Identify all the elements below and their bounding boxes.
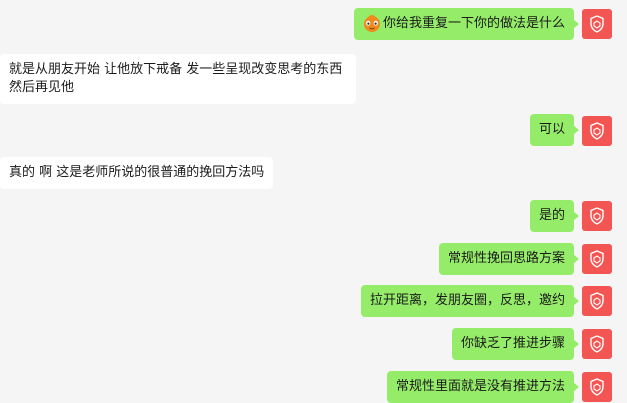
message-text: 你给我重复一下你的做法是什么 [382,16,565,31]
message-text: 是的 [538,208,565,223]
message-text: 可以 [538,122,565,137]
orange-smiley-face-icon [363,14,380,32]
avatar[interactable] [582,329,612,359]
received-message-bubble[interactable]: 真的 啊 这是老师所说的很普通的挽回方法吗 [0,157,274,189]
sent-message-bubble[interactable]: 拉开距离，发朋友圈，反思，邀约 [360,285,580,317]
sent-message-bubble[interactable]: 可以 [529,114,580,146]
avatar[interactable] [582,244,612,274]
message-text: 你缺乏了推进步骤 [460,336,565,351]
avatar[interactable] [582,9,612,39]
shield-badge-icon [590,122,604,140]
message-text: 真的 啊 这是老师所说的很普通的挽回方法吗 [9,165,265,180]
shield-badge-icon [590,250,604,268]
avatar[interactable] [582,116,612,146]
shield-badge-icon [590,378,604,396]
sent-message-bubble[interactable]: 常规性挽回思路方案 [438,243,580,275]
shield-badge-icon [590,15,604,33]
sent-message-bubble[interactable]: 常规性里面就是没有推进方法 [386,371,580,403]
sent-message-bubble[interactable]: 是的 [529,200,580,232]
shield-badge-icon [590,207,604,225]
shield-badge-icon [590,335,604,353]
avatar[interactable] [582,286,612,316]
message-text: 常规性挽回思路方案 [447,251,565,266]
shield-badge-icon [590,292,604,310]
message-text: 拉开距离，发朋友圈，反思，邀约 [369,293,565,308]
received-message-bubble[interactable]: 就是从朋友开始 让他放下戒备 发一些呈现改变思考的东西 然后再见他 [0,54,356,104]
sent-message-bubble[interactable]: 你给我重复一下你的做法是什么 [353,8,580,40]
avatar[interactable] [582,201,612,231]
avatar[interactable] [582,372,612,402]
sent-message-bubble[interactable]: 你缺乏了推进步骤 [451,328,580,360]
message-text: 就是从朋友开始 让他放下戒备 发一些呈现改变思考的东西 然后再见他 [9,62,343,95]
message-text: 常规性里面就是没有推进方法 [395,379,565,394]
chat-window: 你给我重复一下你的做法是什么 就是从朋友开始 让他放下戒备 发一些呈现改变思考的… [0,0,627,403]
